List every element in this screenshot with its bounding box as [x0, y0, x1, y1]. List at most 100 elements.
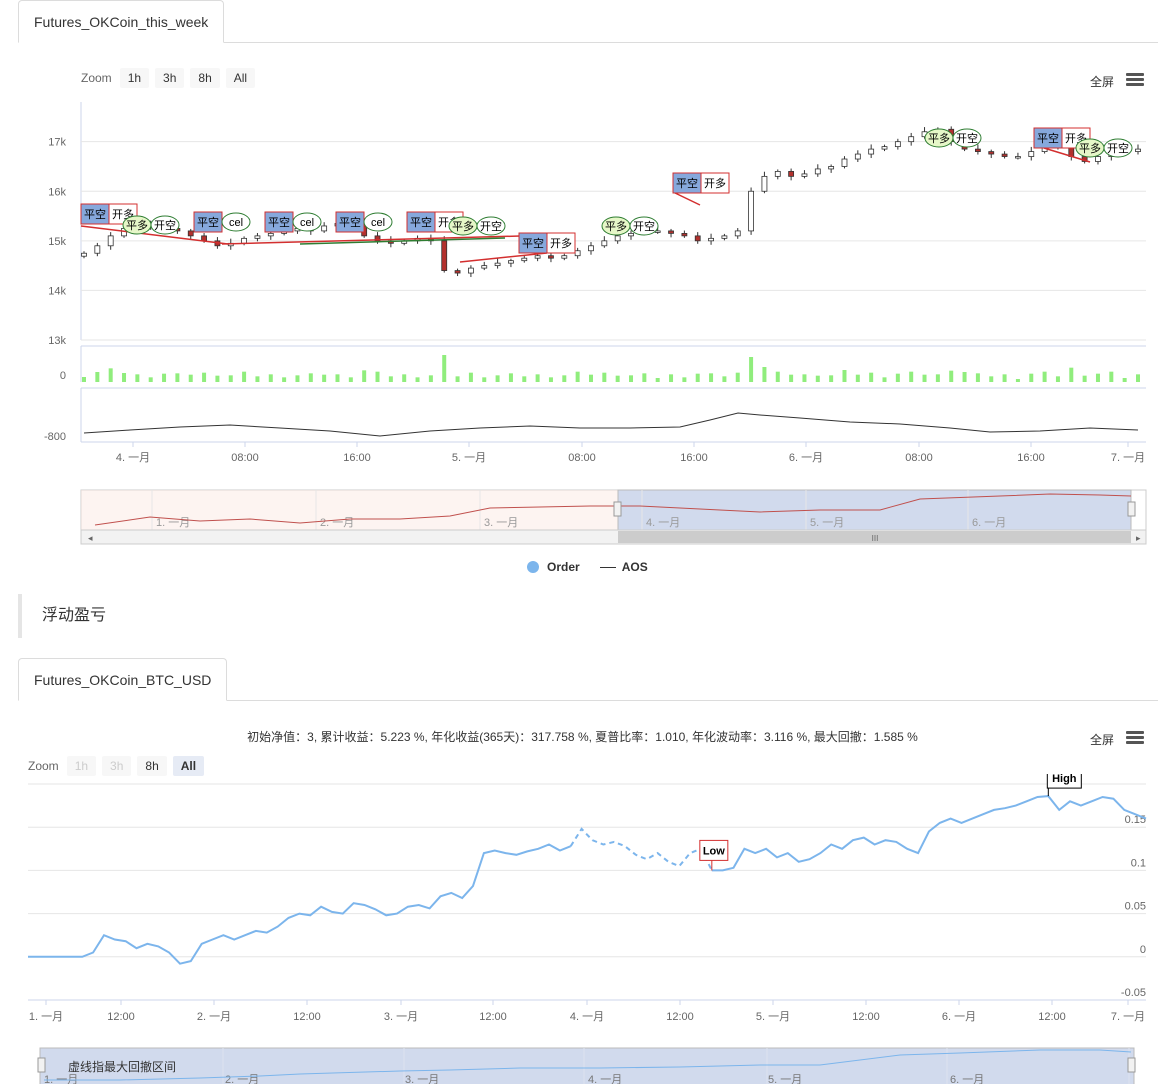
scrollbar-left-arrow: ◂ — [88, 533, 93, 543]
volume-bar — [122, 373, 127, 382]
volume-bar — [1082, 375, 1087, 382]
x-tick-label: 5. 一月 — [756, 1011, 790, 1023]
navigator-tick-label: 3. 一月 — [405, 1074, 439, 1084]
volume-bar — [802, 374, 807, 382]
order-flag-label: 平空 — [522, 236, 544, 250]
candle — [588, 245, 594, 252]
volume-bar — [388, 376, 393, 382]
x-tick-label: 7. 一月 — [1111, 452, 1145, 464]
tab-futures-btc-usd[interactable]: Futures_OKCoin_BTC_USD — [18, 658, 228, 701]
volume-bar — [949, 370, 954, 382]
legend-aos-marker — [599, 566, 616, 568]
volume-bar — [775, 371, 780, 382]
x-tick-label: 6. 一月 — [789, 452, 823, 464]
zoom-1h-button-bottom[interactable]: 1h — [66, 756, 97, 776]
candle — [868, 148, 875, 155]
volume-bar — [268, 374, 273, 382]
volume-bar — [1136, 374, 1140, 382]
equity-line-chart: 0.15 0.1 0.05 0 -0.05 High Low 1. 一月 12:00 2. 一… — [28, 774, 1147, 1084]
order-flag-label: 平空 — [1037, 131, 1059, 145]
candle — [201, 235, 207, 242]
x-tick-label: 3. 一月 — [384, 1011, 418, 1023]
volume-bar — [482, 377, 487, 382]
volume-bar — [829, 375, 834, 382]
candle — [534, 255, 541, 259]
menu-icon-bottom[interactable] — [1126, 731, 1144, 745]
volume-bar — [375, 371, 380, 382]
navigator-tick-label: 4. 一月 — [588, 1074, 622, 1084]
navigator-handle-right — [1127, 501, 1136, 517]
low-flag-label: Low — [703, 845, 725, 857]
candle — [481, 265, 488, 269]
order-flag-label: 平空 — [84, 207, 106, 221]
volume-bar — [1042, 371, 1047, 382]
volume-bar — [749, 357, 754, 382]
zoom-8h-button-bottom[interactable]: 8h — [137, 756, 167, 776]
fullscreen-button-bottom[interactable]: 全屏 — [1090, 731, 1114, 748]
x-tick-label: 12:00 — [852, 1011, 880, 1023]
navigator-tick-label: 4. 一月 — [646, 517, 680, 529]
legend-order[interactable]: Order — [547, 560, 580, 574]
volume-bar — [442, 355, 447, 382]
volume-bar — [282, 377, 287, 382]
volume-bar — [455, 376, 460, 382]
volume-bar — [855, 374, 860, 382]
candle — [881, 146, 888, 150]
volume-bar — [1095, 373, 1100, 382]
order-connector — [221, 235, 521, 245]
volume-bar — [642, 373, 647, 382]
candle — [574, 250, 581, 257]
volume-bar — [909, 371, 914, 382]
order-connector — [672, 191, 701, 206]
legend-order-marker — [527, 561, 539, 573]
y-tick-label: 17k — [48, 137, 66, 149]
x-tick-label: 4. 一月 — [116, 452, 150, 464]
y-tick-label: 0.05 — [1125, 901, 1146, 913]
navigator-tick-label: 5. 一月 — [810, 517, 844, 529]
order-flag-label: 开多 — [550, 236, 572, 250]
candle — [1015, 156, 1021, 159]
candle — [441, 240, 448, 271]
zoom-3h-button-bottom[interactable]: 3h — [102, 756, 132, 776]
scrollbar-right-arrow: ▸ — [1136, 533, 1141, 543]
candle — [614, 235, 621, 242]
x-tick-label: 16:00 — [1017, 452, 1045, 464]
volume-bar — [215, 375, 220, 382]
tab-strip-bottom: Futures_OKCoin_BTC_USD — [18, 658, 1158, 701]
volume-bar — [82, 377, 86, 382]
candle — [1001, 153, 1008, 157]
navigator-tick-label: 6. 一月 — [972, 517, 1006, 529]
drawdown-line — [569, 827, 713, 871]
scrollbar-grip: III — [872, 534, 879, 543]
candle — [1135, 148, 1141, 152]
volume-bar — [922, 374, 927, 382]
order-flag-label: 平多 — [928, 131, 950, 145]
candle — [107, 235, 114, 247]
y-tick-label: 13k — [48, 335, 66, 347]
candle — [908, 136, 915, 143]
legend-aos[interactable]: AOS — [622, 560, 648, 574]
candle — [187, 230, 194, 237]
candle — [814, 168, 821, 175]
volume-bar — [255, 376, 260, 382]
candle — [854, 153, 861, 160]
navigator-tick-label: 1. 一月 — [44, 1074, 78, 1084]
candle — [628, 232, 634, 237]
volume-bar — [629, 375, 634, 382]
candle — [508, 260, 514, 264]
x-tick-label: 12:00 — [293, 1011, 321, 1023]
volume-bar — [882, 377, 887, 382]
candle — [1028, 151, 1035, 157]
navigator-handle-left — [37, 1057, 46, 1073]
candle — [761, 175, 768, 192]
y-tick-label: -0.05 — [1121, 987, 1146, 999]
volume-bar — [548, 377, 553, 382]
volume-bar — [415, 377, 420, 382]
navigator-note: 虚线指最大回撤区间 — [68, 1059, 176, 1074]
volume-bar — [1055, 376, 1060, 382]
zoom-all-button-bottom[interactable]: All — [172, 756, 205, 776]
candle — [561, 255, 568, 259]
navigator-tick-label: 3. 一月 — [484, 517, 518, 529]
volume-bar — [335, 374, 340, 382]
volume-bar — [975, 373, 980, 382]
